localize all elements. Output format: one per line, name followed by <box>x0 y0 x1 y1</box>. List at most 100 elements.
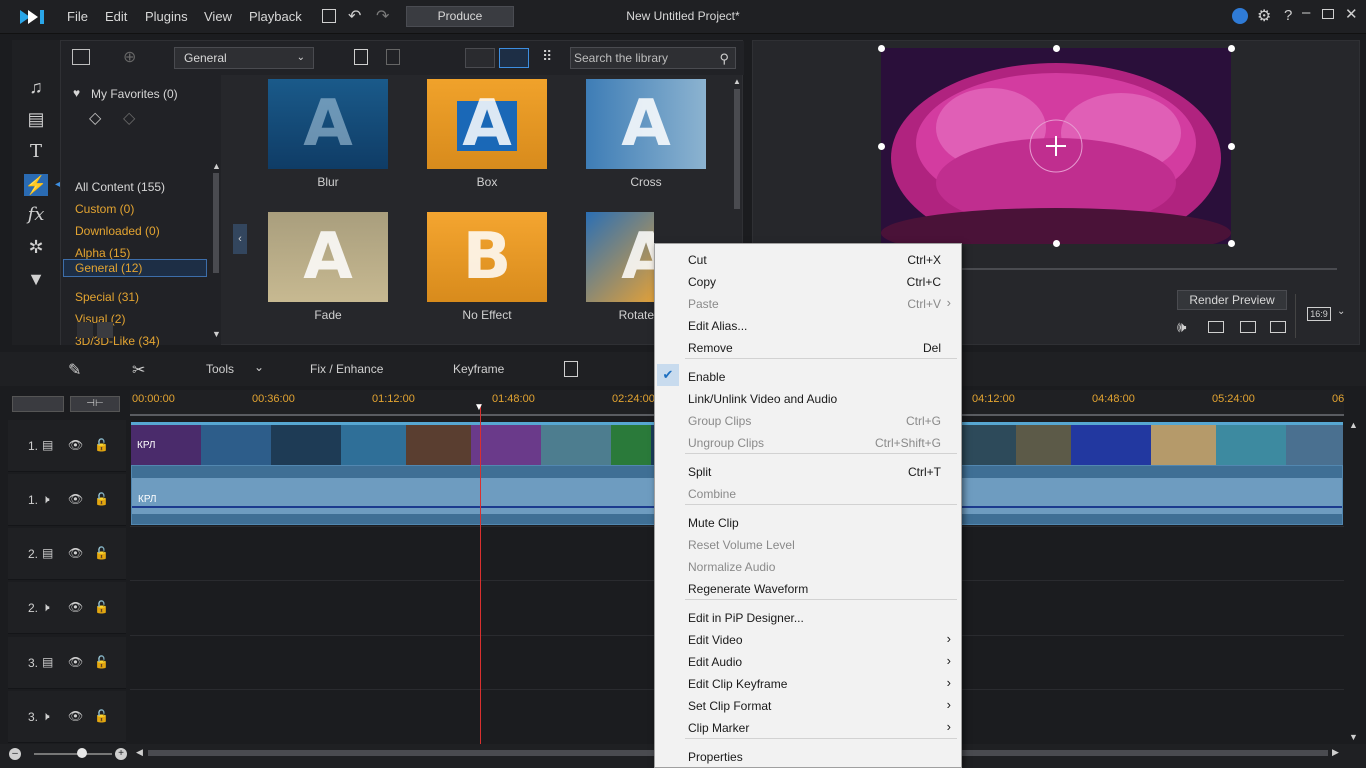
lock-icon[interactable]: 🔓 <box>94 655 109 669</box>
context-menu-item[interactable]: Cut Ctrl+X <box>655 247 961 269</box>
settings-gear-icon[interactable]: ⚙ <box>1257 6 1271 26</box>
context-menu-item[interactable]: Edit in PiP Designer... <box>655 605 961 627</box>
audio-track-icon[interactable]: 🕨 <box>42 492 50 507</box>
scroll-down-arrow[interactable]: ▼ <box>212 329 221 339</box>
grid-scroll-up-arrow[interactable]: ▲ <box>733 77 741 86</box>
track-scroll-up-arrow[interactable]: ▲ <box>1349 420 1358 430</box>
audio-track-icon[interactable]: 🕨 <box>42 600 50 615</box>
subtitle-icon[interactable] <box>1240 321 1256 333</box>
transition-thumb-fade[interactable]: A <box>268 212 388 302</box>
scroll-right-arrow[interactable]: ▶ <box>1332 747 1339 758</box>
video-track-icon[interactable]: ▤ <box>42 546 53 560</box>
resize-handle[interactable] <box>1228 240 1235 247</box>
produce-button[interactable]: Produce <box>406 6 514 27</box>
context-menu-item[interactable]: Edit Audio › <box>655 649 961 671</box>
menu-playback[interactable]: Playback <box>249 9 302 24</box>
menu-plugins[interactable]: Plugins <box>145 9 188 24</box>
chevron-down-icon[interactable]: ⌄ <box>1337 306 1345 317</box>
particle-room-icon[interactable]: ✲ <box>24 236 48 258</box>
redo-icon[interactable]: ↷ <box>376 6 389 26</box>
effects-room-icon[interactable]: ▤ <box>24 108 48 130</box>
collapse-up-icon[interactable] <box>77 322 93 338</box>
lock-icon[interactable]: 🔓 <box>94 546 109 560</box>
grid-scrollbar[interactable] <box>734 89 740 209</box>
context-menu-item[interactable]: Remove Del <box>655 335 961 357</box>
transition-thumb-blur[interactable]: A <box>268 79 388 169</box>
resize-handle[interactable] <box>1228 45 1235 52</box>
context-menu-item[interactable]: Regenerate Waveform <box>655 576 961 598</box>
zoom-slider-thumb[interactable] <box>77 748 87 758</box>
import-media-icon[interactable] <box>72 49 90 65</box>
visibility-eye-icon[interactable]: 👁 <box>68 546 83 560</box>
resize-handle[interactable] <box>1053 45 1060 52</box>
render-preview-button[interactable]: Render Preview <box>1177 290 1287 310</box>
snapshot-camera-icon[interactable] <box>1208 321 1224 333</box>
context-menu-item[interactable]: Edit Clip Keyframe › <box>655 671 961 693</box>
track-header-video[interactable]: 2. ▤ 👁 🔓 <box>8 528 126 580</box>
zoom-out-icon[interactable]: – <box>9 748 21 760</box>
scroll-up-arrow[interactable]: ▲ <box>212 161 221 171</box>
audio-track-icon[interactable]: 🕨 <box>42 709 50 724</box>
visibility-eye-icon[interactable]: 👁 <box>68 655 83 669</box>
context-menu-item[interactable]: Clip Marker › <box>655 715 961 737</box>
grid-view-button[interactable] <box>499 48 529 68</box>
add-to-timeline-icon[interactable] <box>354 49 368 65</box>
category-item[interactable]: Custom (0) <box>75 202 134 216</box>
context-menu-item[interactable]: Mute Clip <box>655 510 961 532</box>
context-menu-item[interactable]: Link/Unlink Video and Audio <box>655 386 961 408</box>
zoom-in-icon[interactable]: + <box>115 748 127 760</box>
chevron-down-icon[interactable]: ⌄ <box>254 360 264 374</box>
lock-icon[interactable]: 🔓 <box>94 709 109 723</box>
close-icon[interactable]: ✕ <box>1345 5 1358 23</box>
resize-handle[interactable] <box>878 143 885 150</box>
maximize-icon[interactable] <box>1322 9 1334 19</box>
resize-handle[interactable] <box>1228 143 1235 150</box>
track-header-audio[interactable]: 3. 🕨 👁 🔓 <box>8 691 126 743</box>
context-menu-item[interactable]: Split Ctrl+T <box>655 459 961 481</box>
save-icon[interactable] <box>322 9 336 23</box>
lock-icon[interactable]: 🔓 <box>94 438 109 452</box>
resize-handle[interactable] <box>878 45 885 52</box>
thumbnail-size-icon[interactable]: ⠿ <box>542 48 552 65</box>
video-track-icon[interactable]: ▤ <box>42 438 53 452</box>
visibility-eye-icon[interactable]: 👁 <box>68 438 83 452</box>
zoom-slider-track[interactable] <box>34 753 112 755</box>
category-scrollbar[interactable] <box>213 173 219 273</box>
pen-icon[interactable]: ✎ <box>68 360 81 380</box>
visibility-eye-icon[interactable]: 👁 <box>68 600 83 614</box>
track-header-audio[interactable]: 2. 🕨 👁 🔓 <box>8 582 126 634</box>
menu-edit[interactable]: Edit <box>105 9 127 24</box>
title-room-icon[interactable]: T <box>24 141 48 163</box>
context-menu-item[interactable]: Copy Ctrl+C <box>655 269 961 291</box>
transition-room-icon[interactable]: ⚡ <box>24 174 48 196</box>
track-scroll-down-arrow[interactable]: ▼ <box>1349 732 1358 742</box>
context-menu-item[interactable]: Edit Alias... <box>655 313 961 335</box>
transition-thumb-cross[interactable]: A <box>586 79 706 169</box>
category-item[interactable]: All Content (155) <box>75 180 165 194</box>
collapse-panel-chevron-icon[interactable]: ‹ <box>233 224 247 254</box>
undo-icon[interactable]: ↶ <box>348 6 361 26</box>
fit-timeline-button[interactable]: ⊣⊢ <box>70 396 120 412</box>
split-scissors-icon[interactable]: ✂ <box>132 360 145 380</box>
visibility-eye-icon[interactable]: 👁 <box>68 492 83 506</box>
category-item[interactable]: Alpha (15) <box>75 246 130 260</box>
help-icon[interactable]: ? <box>1284 7 1292 24</box>
transition-thumb-rotate[interactable]: A <box>586 212 654 302</box>
undock-icon[interactable] <box>1270 321 1286 333</box>
fix-enhance-button[interactable]: Fix / Enhance <box>310 362 383 376</box>
lock-icon[interactable]: 🔓 <box>94 492 109 506</box>
preview-video-frame[interactable] <box>881 48 1231 244</box>
category-item[interactable]: General (12) <box>63 259 207 277</box>
context-menu-item[interactable]: Properties <box>655 744 961 766</box>
subtitle-editor-icon[interactable] <box>564 361 578 377</box>
audio-mix-room-icon[interactable]: ▼ <box>24 268 48 290</box>
context-menu-item[interactable]: Edit Video › <box>655 627 961 649</box>
video-track-icon[interactable]: ▤ <box>42 655 53 669</box>
menu-file[interactable]: File <box>67 9 88 24</box>
visibility-eye-icon[interactable]: 👁 <box>68 709 83 723</box>
menu-view[interactable]: View <box>204 9 232 24</box>
add-tag-icon[interactable]: ◇ <box>89 108 101 128</box>
playhead-handle-icon[interactable]: ▼ <box>474 402 484 413</box>
list-view-button[interactable] <box>465 48 495 68</box>
media-room-icon[interactable]: ♫ <box>24 76 48 98</box>
